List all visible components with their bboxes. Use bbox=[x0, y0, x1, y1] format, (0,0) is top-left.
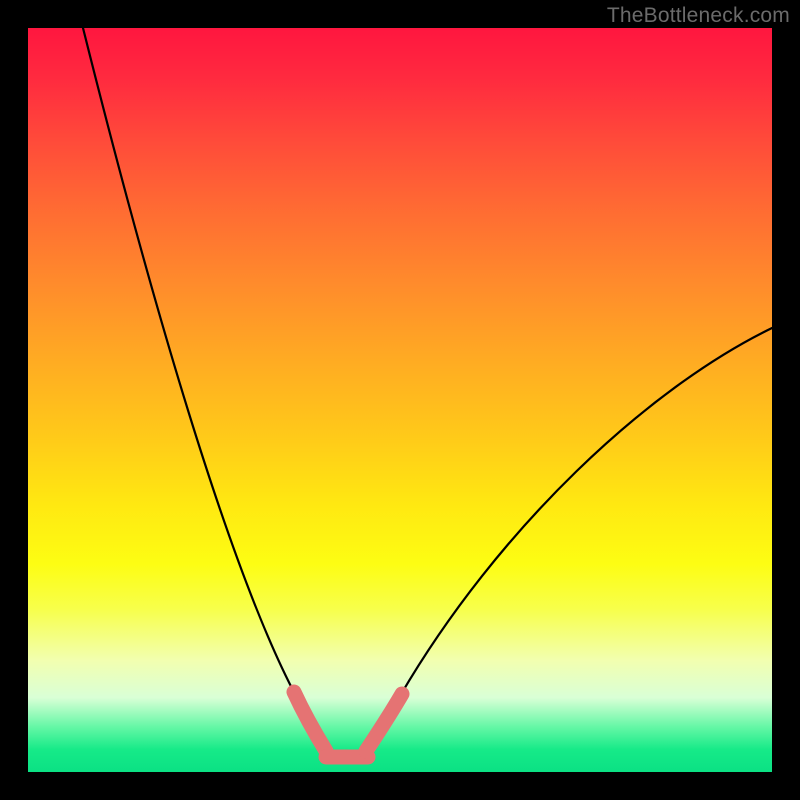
watermark-text: TheBottleneck.com bbox=[607, 4, 790, 28]
plot-area bbox=[28, 28, 772, 772]
highlight-right-rise bbox=[366, 694, 402, 751]
highlight-left-descent bbox=[294, 692, 326, 751]
bottleneck-curve bbox=[83, 28, 772, 752]
curve-layer bbox=[28, 28, 772, 772]
chart-frame: TheBottleneck.com bbox=[0, 0, 800, 800]
